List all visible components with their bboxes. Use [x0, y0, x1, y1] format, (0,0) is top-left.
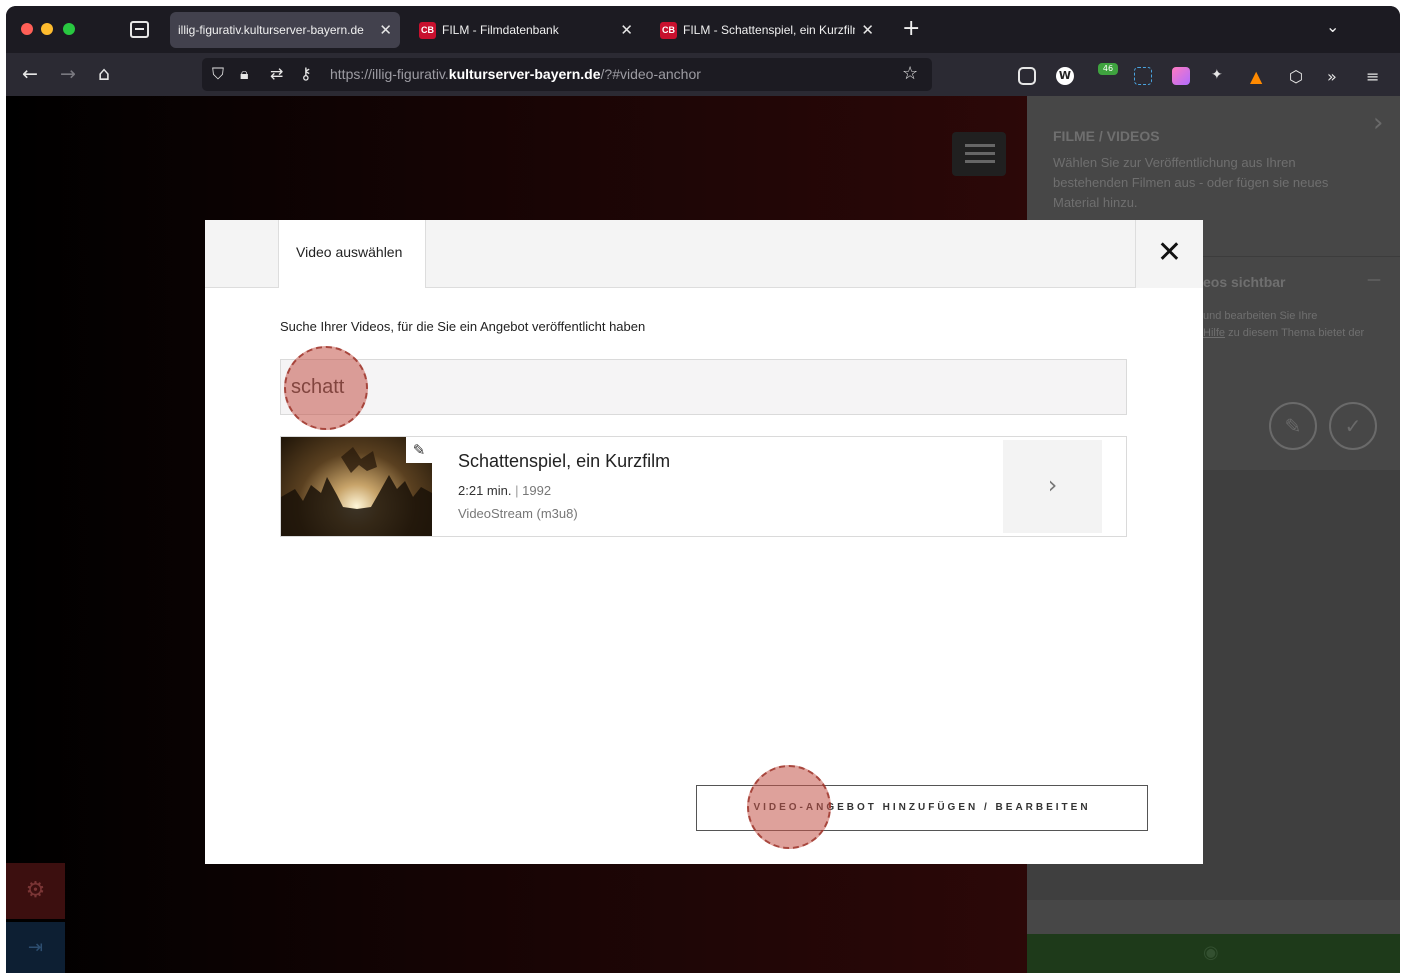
hamburger-menu-icon[interactable]: [952, 132, 1006, 176]
notion-extension-icon[interactable]: [1134, 67, 1152, 85]
video-duration: 2:21 min.: [458, 483, 512, 498]
close-icon[interactable]: ✕: [1135, 220, 1203, 288]
tab-strip: illig-figurativ.kulturserver-bayern.de ✕…: [6, 6, 1400, 53]
tab-video-auswaehlen[interactable]: Video auswählen: [278, 220, 426, 288]
video-format: VideoStream (m3u8): [458, 506, 578, 521]
url-prefix: https://illig-figurativ.: [330, 66, 449, 82]
chevron-right-icon[interactable]: ›: [1003, 440, 1102, 533]
vlc-extension-icon[interactable]: ▲: [1250, 67, 1268, 86]
video-meta: 2:21 min. | 1992: [458, 483, 551, 498]
close-tab-icon[interactable]: ✕: [620, 21, 633, 39]
click-marker: [284, 346, 368, 430]
panel-subdescription: und bearbeiten Sie Ihre Hilfe zu diesem T…: [1203, 308, 1393, 342]
tab-label: illig-figurativ.kulturserver-bayern.de: [178, 23, 364, 37]
subdesc-text: und bearbeiten Sie Ihre: [1203, 310, 1318, 322]
close-tab-icon[interactable]: ✕: [379, 21, 392, 39]
new-tab-icon[interactable]: +: [902, 16, 920, 41]
logout-icon[interactable]: ⇥: [6, 922, 65, 973]
badge-extension-icon[interactable]: 46: [1098, 63, 1118, 75]
checkmark-icon[interactable]: ✓: [1329, 402, 1377, 450]
panel-subtitle: eos sichtbar: [1203, 274, 1286, 290]
overflow-chevron-icon[interactable]: »: [1327, 67, 1345, 86]
shield-icon[interactable]: ⛉: [212, 64, 224, 84]
url-text[interactable]: https://illig-figurativ.kulturserver-bay…: [330, 66, 701, 82]
video-thumbnail: ✎: [281, 437, 432, 536]
tab-label: FILM - Schattenspiel, ein Kurzfilm: [683, 23, 856, 37]
kulturserver-favicon-icon: CB: [419, 21, 436, 39]
browser-window: illig-figurativ.kulturserver-bayern.de ✕…: [6, 6, 1400, 973]
chevron-right-icon[interactable]: ›: [1373, 108, 1383, 138]
eye-icon[interactable]: ◉: [1203, 942, 1219, 963]
wordpress-icon[interactable]: W: [1056, 67, 1074, 85]
color-extension-icon[interactable]: [1172, 67, 1190, 85]
permissions-icon[interactable]: ⇄: [270, 64, 283, 83]
puzzle-small-icon[interactable]: ✦: [1211, 67, 1229, 85]
key-icon[interactable]: ⚷: [300, 64, 312, 83]
click-marker: [747, 765, 831, 849]
tab-overview-icon[interactable]: [130, 21, 149, 38]
meta-separator: |: [515, 483, 519, 498]
video-search-input[interactable]: [280, 359, 1127, 415]
back-arrow-icon[interactable]: ←: [22, 62, 38, 86]
subdesc-text: zu diesem Thema bietet der: [1228, 327, 1365, 339]
help-link[interactable]: Hilfe: [1203, 327, 1225, 339]
collapse-icon[interactable]: —: [1367, 272, 1381, 288]
panel-description: Wählen Sie zur Veröffentlichung aus Ihre…: [1053, 155, 1329, 210]
pocket-icon[interactable]: [1018, 67, 1036, 85]
forward-arrow-icon[interactable]: →: [60, 62, 76, 86]
url-suffix: /?#video-anchor: [600, 66, 701, 82]
lock-icon[interactable]: 🔒︎: [240, 64, 249, 84]
kulturserver-favicon-icon: CB: [660, 21, 677, 39]
tab-filmdatenbank[interactable]: CB FILM - Filmdatenbank ✕: [411, 12, 641, 48]
tab-illig-figurativ[interactable]: illig-figurativ.kulturserver-bayern.de ✕: [170, 12, 400, 48]
video-result-row[interactable]: ✎ Schattenspiel, ein Kurzfilm 2:21 min. …: [280, 436, 1127, 537]
pencil-icon[interactable]: ✎: [1269, 402, 1317, 450]
video-title: Schattenspiel, ein Kurzfilm: [458, 451, 671, 471]
search-label: Suche Ihrer Videos, für die Sie ein Ange…: [280, 319, 646, 334]
home-icon[interactable]: ⌂: [98, 62, 110, 86]
menu-icon[interactable]: ≡: [1366, 67, 1384, 86]
navigation-bar: ← → ⌂ ⛉ 🔒︎ ⇄ ⚷ https://illig-figurativ.k…: [6, 53, 1400, 96]
page-backdrop: ⚙ ⇥ › FILME / VIDEOS Wählen Sie zur Verö…: [6, 96, 1400, 973]
tab-label: FILM - Filmdatenbank: [442, 23, 559, 37]
panel-title: FILME / VIDEOS: [1053, 128, 1160, 144]
url-domain: kulturserver-bayern.de: [448, 66, 601, 82]
modal-tab-bar: Video auswählen ✕: [205, 220, 1203, 288]
zoom-window-button[interactable]: [63, 23, 75, 35]
address-bar[interactable]: ⛉ 🔒︎ ⇄ ⚷ https://illig-figurativ.kulturs…: [202, 58, 932, 91]
extensions-icon[interactable]: ⬡: [1289, 67, 1307, 86]
minimize-window-button[interactable]: [41, 23, 53, 35]
video-year: 1992: [522, 483, 552, 498]
close-window-button[interactable]: [21, 23, 33, 35]
tab-schattenspiel[interactable]: CB FILM - Schattenspiel, ein Kurzfilm ✕: [652, 12, 882, 48]
video-select-modal: Video auswählen ✕ Suche Ihrer Videos, fü…: [205, 220, 1203, 864]
bookmark-star-icon[interactable]: ☆: [902, 63, 918, 84]
chevron-down-icon[interactable]: ⌄: [1326, 17, 1339, 36]
edit-icon[interactable]: ✎: [406, 437, 432, 463]
gear-icon[interactable]: ⚙: [6, 863, 65, 919]
close-tab-icon[interactable]: ✕: [861, 21, 874, 39]
